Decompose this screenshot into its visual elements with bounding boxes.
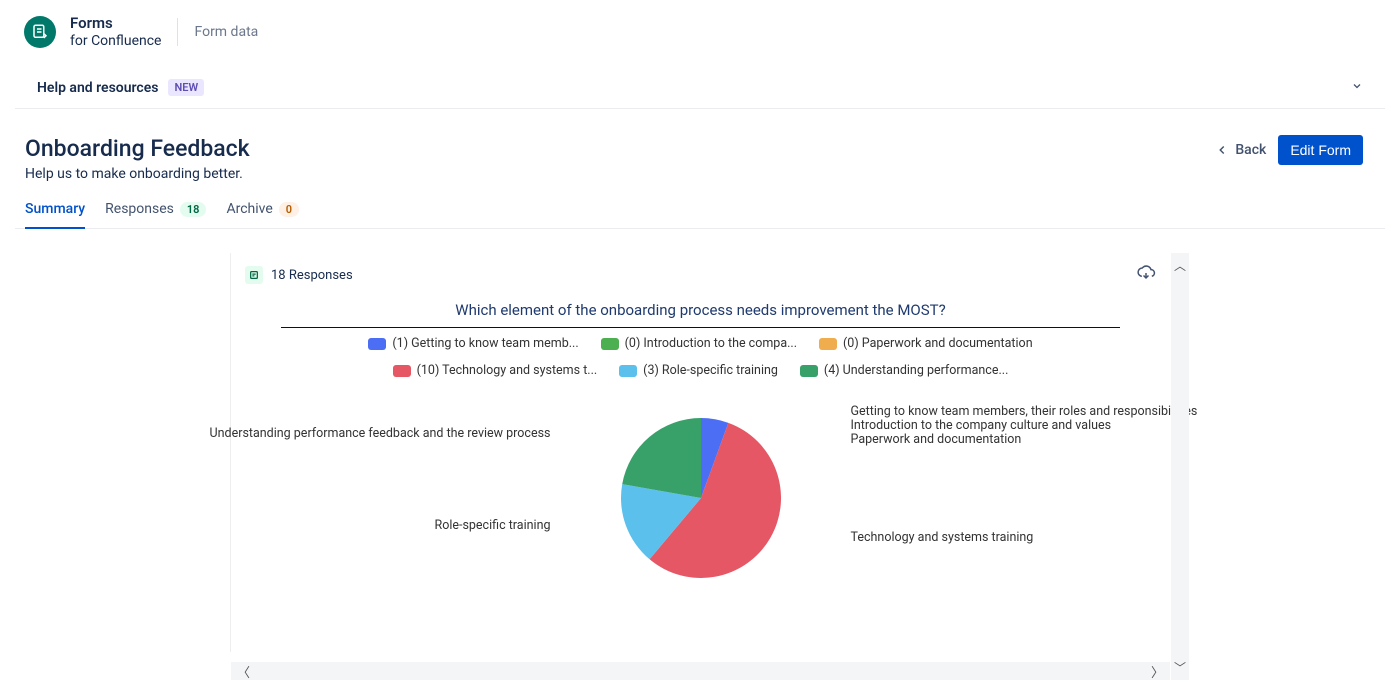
- separator: [177, 18, 178, 46]
- legend-label: (0) Paperwork and documentation: [843, 336, 1033, 351]
- tab-summary[interactable]: Summary: [25, 201, 85, 229]
- legend-swatch: [393, 365, 411, 377]
- tab-summary-label: Summary: [25, 201, 85, 217]
- legend-item[interactable]: (10) Technology and systems t...: [393, 363, 598, 378]
- pie-chart: [621, 418, 781, 578]
- legend-item[interactable]: (0) Introduction to the compa...: [601, 336, 797, 351]
- chart-legend: (1) Getting to know team memb... (0) Intr…: [231, 336, 1170, 378]
- app-header: Forms for Confluence Form data: [0, 0, 1400, 64]
- legend-label: (3) Role-specific training: [643, 363, 778, 378]
- tabs: Summary Responses 18 Archive 0: [15, 182, 1385, 229]
- responses-icon: [245, 266, 263, 284]
- app-logo-icon: [24, 16, 56, 48]
- app-subtitle: for Confluence: [70, 33, 161, 51]
- legend-label: (0) Introduction to the compa...: [625, 336, 797, 351]
- chart-callout: Technology and systems training: [851, 530, 1034, 545]
- legend-label: (4) Understanding performance...: [824, 363, 1008, 378]
- tab-archive[interactable]: Archive 0: [226, 201, 299, 229]
- new-badge: NEW: [168, 79, 204, 96]
- horizontal-scrollbar[interactable]: 〈 〉: [231, 662, 1170, 680]
- responses-text: 18 Responses: [271, 268, 353, 283]
- chart-callout: Paperwork and documentation: [851, 432, 1022, 447]
- chart-callout: Introduction to the company culture and …: [851, 418, 1112, 433]
- legend-item[interactable]: (1) Getting to know team memb...: [368, 336, 578, 351]
- scroll-right-icon[interactable]: 〉: [1151, 662, 1164, 681]
- scroll-down-icon[interactable]: ﹀: [1174, 655, 1186, 680]
- legend-item[interactable]: (3) Role-specific training: [619, 363, 778, 378]
- legend-label: (1) Getting to know team memb...: [392, 336, 578, 351]
- scroll-left-icon[interactable]: 〈: [237, 662, 250, 681]
- tab-responses[interactable]: Responses 18: [105, 201, 206, 229]
- legend-item[interactable]: (4) Understanding performance...: [800, 363, 1008, 378]
- legend-swatch: [819, 338, 837, 350]
- back-label: Back: [1235, 142, 1266, 158]
- vertical-scrollbar[interactable]: ︿ ﹀: [1171, 253, 1189, 680]
- chart-callout: Role-specific training: [435, 518, 551, 533]
- download-icon[interactable]: [1136, 263, 1156, 287]
- tab-archive-count: 0: [279, 202, 299, 217]
- legend-swatch: [601, 338, 619, 350]
- responses-chip: 18 Responses: [245, 266, 353, 284]
- legend-swatch: [619, 365, 637, 377]
- legend-label: (10) Technology and systems t...: [417, 363, 598, 378]
- page-description: Help us to make onboarding better.: [25, 166, 250, 182]
- page-title: Onboarding Feedback: [25, 135, 250, 162]
- app-title: Forms: [70, 14, 161, 33]
- chart-callout: Understanding performance feedback and t…: [210, 426, 551, 441]
- chevron-down-icon: [1351, 80, 1363, 96]
- edit-form-button[interactable]: Edit Form: [1278, 135, 1363, 165]
- chart-callout: Getting to know team members, their role…: [851, 404, 1198, 419]
- help-resources-row[interactable]: Help and resources NEW: [15, 65, 1385, 109]
- scroll-up-icon[interactable]: ︿: [1174, 253, 1186, 278]
- app-title-group: Forms for Confluence: [70, 14, 161, 50]
- chart-question: Which element of the onboarding process …: [231, 287, 1170, 327]
- legend-swatch: [368, 338, 386, 350]
- divider: [281, 327, 1120, 328]
- summary-card: 18 Responses Which element of the onboar…: [230, 253, 1170, 652]
- legend-swatch: [800, 365, 818, 377]
- breadcrumb[interactable]: Form data: [194, 24, 258, 40]
- tab-archive-label: Archive: [226, 201, 272, 217]
- tab-responses-label: Responses: [105, 201, 174, 217]
- chart-area: Getting to know team members, their role…: [231, 382, 1170, 652]
- pie-slice[interactable]: [622, 418, 701, 498]
- help-label: Help and resources: [37, 80, 158, 96]
- tab-responses-count: 18: [180, 202, 207, 217]
- back-button[interactable]: Back: [1215, 142, 1266, 158]
- legend-item[interactable]: (0) Paperwork and documentation: [819, 336, 1033, 351]
